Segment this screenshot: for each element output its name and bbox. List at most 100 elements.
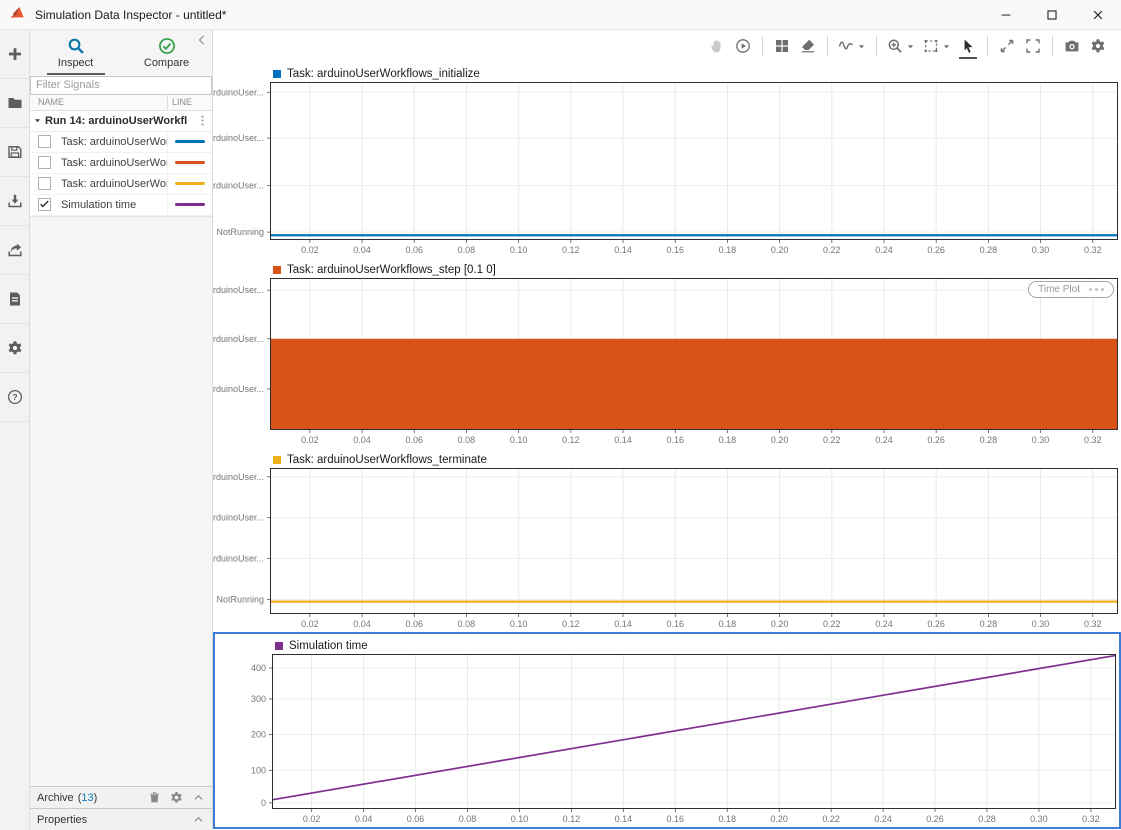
close-icon bbox=[1091, 8, 1105, 22]
svg-text:0.06: 0.06 bbox=[407, 814, 425, 824]
fit-to-view-button[interactable] bbox=[919, 34, 955, 58]
toolbar-divider bbox=[876, 36, 877, 56]
window-title: Simulation Data Inspector - untitled* bbox=[35, 8, 226, 22]
signal-row[interactable]: Task: arduinoUserWor bbox=[30, 132, 212, 153]
svg-text:arduinoUser...: arduinoUser... bbox=[213, 472, 264, 482]
tab-inspect[interactable]: Inspect bbox=[30, 30, 121, 75]
signal-label: Task: arduinoUserWor bbox=[61, 157, 167, 169]
preferences-button[interactable] bbox=[0, 324, 29, 373]
legend-swatch bbox=[273, 266, 281, 274]
properties-section-header[interactable]: Properties bbox=[30, 808, 212, 830]
filter-signals-input[interactable] bbox=[30, 76, 212, 95]
svg-text:0.18: 0.18 bbox=[719, 245, 737, 255]
camera-icon bbox=[1064, 38, 1080, 54]
svg-text:arduinoUser...: arduinoUser... bbox=[213, 87, 264, 97]
chevron-up-icon[interactable] bbox=[192, 813, 205, 826]
signal-checkbox[interactable] bbox=[38, 135, 51, 148]
expand-button[interactable] bbox=[994, 34, 1020, 58]
svg-text:0.22: 0.22 bbox=[822, 814, 840, 824]
tab-label: Inspect bbox=[58, 57, 93, 69]
run-menu-icon[interactable] bbox=[196, 114, 209, 127]
plot-legend: Simulation time bbox=[215, 634, 1119, 654]
subplot-initialize[interactable]: Task: arduinoUserWorkflows_initialize0.0… bbox=[213, 62, 1121, 258]
help-button[interactable] bbox=[0, 373, 29, 422]
subplot-step[interactable]: Task: arduinoUserWorkflows_step [0.1 0]0… bbox=[213, 258, 1121, 448]
svg-text:0.04: 0.04 bbox=[353, 619, 371, 629]
signal-row[interactable]: Simulation time bbox=[30, 195, 212, 216]
signal-row[interactable]: Task: arduinoUserWor bbox=[30, 153, 212, 174]
svg-text:0.30: 0.30 bbox=[1032, 245, 1050, 255]
replay-button[interactable] bbox=[730, 34, 756, 58]
svg-text:0.10: 0.10 bbox=[511, 814, 529, 824]
clear-plots-button[interactable] bbox=[795, 34, 821, 58]
close-button[interactable] bbox=[1075, 0, 1121, 30]
run-row[interactable]: Run 14: arduinoUserWorkfl bbox=[30, 111, 212, 132]
snapshot-button[interactable] bbox=[1059, 34, 1085, 58]
plot-area[interactable]: 0.020.040.060.080.100.120.140.160.180.20… bbox=[215, 654, 1119, 827]
gear-icon[interactable] bbox=[170, 791, 183, 804]
minimize-button[interactable] bbox=[983, 0, 1029, 30]
svg-text:0.02: 0.02 bbox=[301, 245, 319, 255]
svg-text:0.24: 0.24 bbox=[875, 619, 893, 629]
pointer-button[interactable] bbox=[955, 34, 981, 58]
plot-area[interactable]: 0.020.040.060.080.100.120.140.160.180.20… bbox=[213, 468, 1121, 632]
svg-text:100: 100 bbox=[251, 765, 266, 775]
signal-checkbox[interactable] bbox=[38, 156, 51, 169]
svg-text:0.06: 0.06 bbox=[405, 245, 423, 255]
svg-text:0.26: 0.26 bbox=[927, 245, 945, 255]
run-label: Run 14: arduinoUserWorkfl bbox=[45, 115, 196, 127]
zoom-in-icon bbox=[887, 38, 903, 54]
svg-text:0.08: 0.08 bbox=[458, 245, 476, 255]
signal-trace bbox=[271, 339, 1117, 429]
plot-area[interactable]: 0.020.040.060.080.100.120.140.160.180.20… bbox=[213, 82, 1121, 258]
signal-line-swatch bbox=[175, 140, 205, 144]
legend-swatch bbox=[273, 70, 281, 78]
settings-button[interactable] bbox=[1085, 34, 1111, 58]
subplot-terminate[interactable]: Task: arduinoUserWorkflows_terminate 0.02… bbox=[213, 448, 1121, 632]
svg-text:0.14: 0.14 bbox=[615, 814, 633, 824]
minimize-icon bbox=[999, 8, 1013, 22]
subplot-layout-button[interactable] bbox=[769, 34, 795, 58]
maximize-button[interactable] bbox=[1029, 0, 1075, 30]
svg-text:arduinoUser...: arduinoUser... bbox=[213, 180, 264, 190]
signal-checkbox[interactable] bbox=[38, 177, 51, 190]
signal-checkbox[interactable] bbox=[38, 198, 51, 211]
save-button[interactable] bbox=[0, 128, 29, 177]
create-report-button[interactable] bbox=[0, 275, 29, 324]
time-plot-badge[interactable]: Time Plot bbox=[1028, 281, 1114, 298]
svg-text:0.20: 0.20 bbox=[771, 619, 789, 629]
plus-icon bbox=[7, 46, 23, 62]
eraser-icon bbox=[800, 38, 816, 54]
svg-text:0.14: 0.14 bbox=[614, 619, 632, 629]
svg-text:arduinoUser...: arduinoUser... bbox=[213, 384, 264, 394]
subplot-simulation-time[interactable]: Simulation time0.020.040.060.080.100.120… bbox=[213, 632, 1121, 829]
legend-label: Task: arduinoUserWorkflows_terminate bbox=[287, 454, 487, 466]
signal-row[interactable]: Task: arduinoUserWor bbox=[30, 174, 212, 195]
svg-text:NotRunning: NotRunning bbox=[216, 227, 264, 237]
open-button[interactable] bbox=[0, 79, 29, 128]
grid-icon bbox=[774, 38, 790, 54]
svg-text:0.22: 0.22 bbox=[823, 245, 841, 255]
chevron-up-icon[interactable] bbox=[192, 791, 205, 804]
signal-list: Task: arduinoUserWor Task: arduinoUserWor… bbox=[30, 132, 212, 216]
import-button[interactable] bbox=[0, 177, 29, 226]
maximize-icon bbox=[1045, 8, 1059, 22]
collapse-sidebar-button[interactable] bbox=[195, 33, 209, 47]
archive-section-header[interactable]: Archive (13) bbox=[30, 786, 212, 808]
trash-icon[interactable] bbox=[148, 791, 161, 804]
archive-count[interactable]: 13 bbox=[81, 792, 93, 804]
signal-line-swatch bbox=[175, 182, 205, 186]
export-button[interactable] bbox=[0, 226, 29, 275]
zoom-button[interactable] bbox=[883, 34, 919, 58]
svg-text:0.30: 0.30 bbox=[1030, 814, 1048, 824]
signal-style-button[interactable] bbox=[834, 34, 870, 58]
badge-options-icon[interactable] bbox=[1086, 288, 1104, 292]
toolbar-divider bbox=[762, 36, 763, 56]
plot-area[interactable]: 0.020.040.060.080.100.120.140.160.180.20… bbox=[213, 278, 1121, 448]
expand-caret-icon[interactable] bbox=[33, 116, 42, 125]
svg-text:arduinoUser...: arduinoUser... bbox=[213, 334, 264, 344]
fullscreen-icon bbox=[1025, 38, 1041, 54]
fullscreen-button[interactable] bbox=[1020, 34, 1046, 58]
add-button[interactable] bbox=[0, 30, 29, 79]
svg-text:0.24: 0.24 bbox=[875, 245, 893, 255]
